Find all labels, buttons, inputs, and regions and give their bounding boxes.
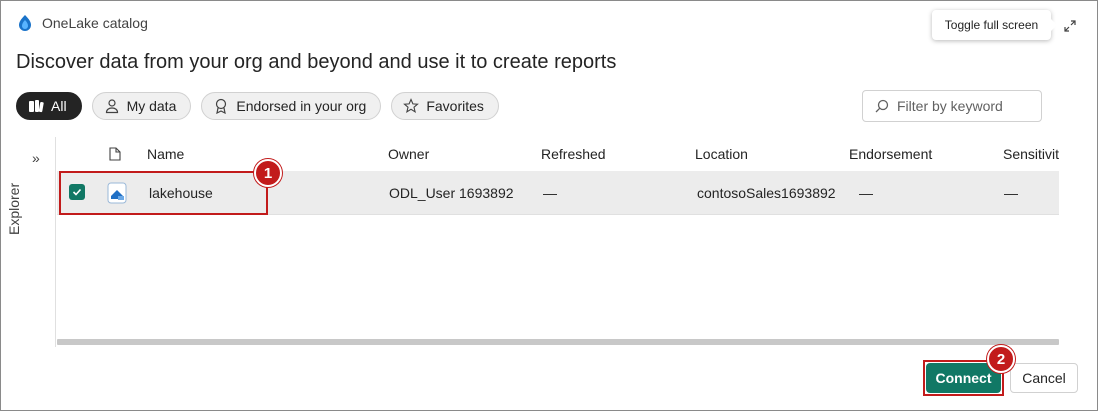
chip-favorites[interactable]: Favorites <box>391 92 499 120</box>
items-table: Name Owner Refreshed Location Endorsemen… <box>57 137 1059 347</box>
star-icon <box>403 98 420 114</box>
chip-label: All <box>51 98 67 114</box>
explorer-label: Explorer <box>5 182 22 235</box>
column-header-refreshed[interactable]: Refreshed <box>541 146 606 162</box>
cancel-button[interactable]: Cancel <box>1010 363 1078 393</box>
column-header-owner[interactable]: Owner <box>388 146 429 162</box>
column-header-endorsement[interactable]: Endorsement <box>849 146 932 162</box>
tooltip: Toggle full screen <box>932 10 1057 40</box>
chip-all[interactable]: All <box>16 92 82 120</box>
filter-box <box>862 90 1042 122</box>
highlight-box-row <box>59 171 268 215</box>
horizontal-scrollbar[interactable] <box>57 339 1059 345</box>
chip-label: Endorsed in your org <box>236 98 367 114</box>
cell-owner: ODL_User 1693892 <box>389 185 514 201</box>
step-marker-2: 2 <box>987 345 1015 373</box>
expand-icon <box>1064 20 1076 32</box>
chip-label: Favorites <box>426 98 484 114</box>
step-marker-1: 1 <box>254 159 282 187</box>
person-icon <box>104 98 120 114</box>
column-header-sensitivity[interactable]: Sensitivit <box>1003 146 1059 162</box>
onelake-logo-icon <box>19 15 31 31</box>
explorer-panel[interactable]: » Explorer <box>6 137 56 347</box>
document-icon <box>109 147 121 164</box>
ribbon-icon <box>213 98 229 114</box>
filter-chips: All My data Endorsed in your org Favorit… <box>16 92 499 120</box>
toggle-full-screen-button[interactable] <box>1059 15 1081 37</box>
chevron-double-right-icon[interactable]: » <box>32 150 40 166</box>
table-header: Name Owner Refreshed Location Endorsemen… <box>57 137 1059 171</box>
chip-my-data[interactable]: My data <box>91 92 192 120</box>
filter-input[interactable] <box>897 98 1027 114</box>
dialog-window: OneLake catalog Toggle full screen Disco… <box>0 0 1098 411</box>
all-items-icon <box>28 98 44 114</box>
cell-refreshed: — <box>543 185 557 201</box>
cell-endorsement: — <box>859 185 873 201</box>
title-bar: OneLake catalog <box>16 11 148 35</box>
cell-sensitivity: — <box>1004 185 1018 201</box>
app-title: OneLake catalog <box>42 15 148 31</box>
chip-label: My data <box>126 98 177 114</box>
cell-location: contosoSales1693892 <box>697 185 836 201</box>
tooltip-text: Toggle full screen <box>944 18 1039 32</box>
chip-endorsed[interactable]: Endorsed in your org <box>201 92 382 120</box>
column-header-name[interactable]: Name <box>147 146 184 162</box>
column-header-location[interactable]: Location <box>695 146 748 162</box>
page-headline: Discover data from your org and beyond a… <box>16 51 617 73</box>
search-icon <box>875 99 889 113</box>
